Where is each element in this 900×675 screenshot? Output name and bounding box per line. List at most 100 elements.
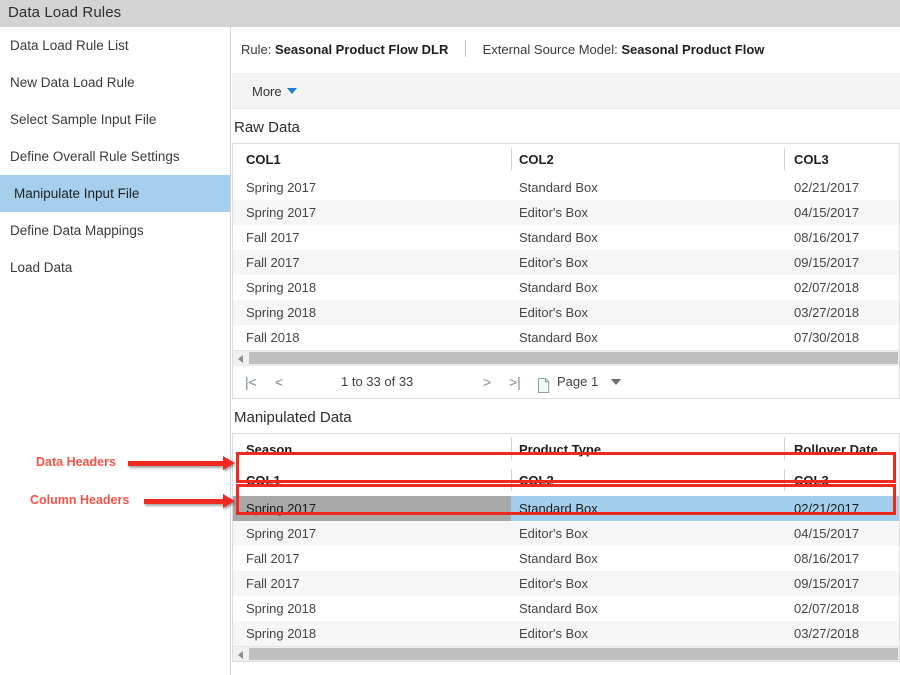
previous-page-icon[interactable]: < — [275, 366, 283, 398]
data-header-rollover-date[interactable]: Rollover Date — [794, 434, 899, 465]
sidebar-item-label: Define Data Mappings — [10, 223, 144, 238]
more-menu-button[interactable]: More — [252, 74, 297, 110]
manipulated-data-section-title: Manipulated Data — [234, 409, 352, 426]
page-title: Data Load Rules — [8, 4, 122, 21]
table-row[interactable]: Fall 2017 Standard Box 08/16/2017 — [233, 546, 899, 571]
cell-col1: Spring 2017 — [246, 526, 317, 541]
page-document-icon — [536, 373, 551, 398]
cell-col2: Editor's Box — [519, 205, 588, 220]
window-title-bar: Data Load Rules — [0, 0, 900, 27]
cell-col1: Spring 2018 — [246, 626, 317, 641]
column-header-col2[interactable]: COL2 — [519, 465, 784, 496]
cell-col3: 02/21/2017 — [794, 501, 860, 516]
annotation-label-column-headers: Column Headers — [30, 493, 130, 507]
raw-data-grid: COL1 COL2 COL3 Spring 2017 Standard Box … — [232, 143, 900, 399]
breadcrumb-divider — [464, 40, 466, 57]
column-divider — [511, 438, 512, 460]
sidebar-item-label: Data Load Rule List — [10, 38, 129, 53]
sidebar-item-select-sample-input-file[interactable]: Select Sample Input File — [0, 101, 230, 138]
sidebar-item-label: Load Data — [10, 260, 73, 275]
table-row[interactable]: Spring 2017 Editor's Box 04/15/2017 — [233, 521, 899, 546]
cell-col1: Spring 2017 — [246, 180, 317, 195]
table-row[interactable]: Spring 2018 Editor's Box 03/27/2018 — [233, 621, 899, 646]
cell-col1: Spring 2017 — [246, 205, 317, 220]
cell-col1: Spring 2018 — [246, 280, 317, 295]
raw-data-horizontal-scrollbar[interactable] — [233, 350, 899, 365]
next-page-icon[interactable]: > — [483, 366, 491, 398]
rule-prefix-label: Rule: — [241, 42, 272, 57]
cell-col2: Standard Box — [519, 230, 598, 245]
sidebar-navigation: Data Load Rule List New Data Load Rule S… — [0, 27, 231, 675]
scrollbar-thumb[interactable] — [249, 352, 898, 364]
table-row[interactable]: Spring 2018 Editor's Box 03/27/2018 — [233, 300, 899, 325]
cell-col3: 09/15/2017 — [794, 255, 860, 270]
annotation-arrow-column-headers — [144, 494, 235, 508]
sidebar-item-load-data[interactable]: Load Data — [0, 249, 230, 286]
manipulated-data-grid: Season Product Type Rollover Date COL1 C… — [232, 433, 900, 662]
sidebar-item-define-overall-rule-settings[interactable]: Define Overall Rule Settings — [0, 138, 230, 175]
data-header-product-type[interactable]: Product Type — [519, 434, 784, 465]
cell-col2: Editor's Box — [519, 576, 588, 591]
sidebar-item-new-data-load-rule[interactable]: New Data Load Rule — [0, 64, 230, 101]
sidebar-item-label: Select Sample Input File — [10, 112, 157, 127]
manipulated-data-horizontal-scrollbar[interactable] — [233, 646, 899, 661]
cell-col2: Editor's Box — [519, 255, 588, 270]
cell-col3: 07/30/2018 — [794, 330, 860, 345]
table-row[interactable]: Spring 2018 Standard Box 02/07/2018 — [233, 596, 899, 621]
column-header-col3[interactable]: COL3 — [794, 144, 899, 175]
cell-col1: Fall 2017 — [246, 230, 300, 245]
cell-col2: Editor's Box — [519, 305, 588, 320]
sidebar-item-label: Define Overall Rule Settings — [10, 149, 180, 164]
scrollbar-thumb[interactable] — [249, 648, 898, 660]
cell-col3: 08/16/2017 — [794, 551, 860, 566]
table-row-selected[interactable]: Spring 2017 Standard Box 02/21/2017 — [233, 496, 899, 521]
column-divider — [511, 469, 512, 491]
cell-col2: Standard Box — [519, 330, 598, 345]
table-row[interactable]: Spring 2017 Standard Box 02/21/2017 — [233, 175, 899, 200]
cell-col3: 03/27/2018 — [794, 305, 860, 320]
table-row[interactable]: Fall 2017 Standard Box 08/16/2017 — [233, 225, 899, 250]
table-row[interactable]: Spring 2017 Editor's Box 04/15/2017 — [233, 200, 899, 225]
raw-data-section-title: Raw Data — [234, 119, 300, 136]
scroll-left-arrow-icon[interactable] — [233, 351, 248, 365]
go-to-first-page-icon[interactable]: |< — [245, 366, 257, 398]
annotation-label-data-headers: Data Headers — [36, 455, 116, 469]
more-menu-label: More — [252, 84, 282, 99]
sidebar-item-label: New Data Load Rule — [10, 75, 135, 90]
cell-col3: 02/21/2017 — [794, 180, 860, 195]
data-header-season[interactable]: Season — [246, 434, 511, 465]
chevron-down-icon[interactable] — [611, 379, 621, 385]
sidebar-item-data-load-rule-list[interactable]: Data Load Rule List — [0, 27, 230, 64]
action-toolbar: More — [232, 73, 900, 109]
cell-col2: Editor's Box — [519, 526, 588, 541]
sidebar-item-label: Manipulate Input File — [14, 186, 140, 201]
cell-col1: Fall 2018 — [246, 330, 300, 345]
cell-col3: 09/15/2017 — [794, 576, 860, 591]
cell-col3: 02/07/2018 — [794, 601, 860, 616]
cell-col2: Standard Box — [519, 501, 598, 516]
cell-col3: 04/15/2017 — [794, 205, 860, 220]
table-row[interactable]: Fall 2018 Standard Box 07/30/2018 — [233, 325, 899, 350]
annotation-arrow-data-headers — [128, 456, 235, 470]
raw-data-column-header-row: COL1 COL2 COL3 — [233, 144, 899, 175]
column-header-col3[interactable]: COL3 — [794, 465, 899, 496]
cell-col1: Spring 2017 — [246, 501, 317, 516]
cell-col1: Spring 2018 — [246, 305, 317, 320]
pager-range-label: 1 to 33 of 33 — [341, 374, 414, 389]
sidebar-item-define-data-mappings[interactable]: Define Data Mappings — [0, 212, 230, 249]
column-header-col1[interactable]: COL1 — [246, 465, 511, 496]
cell-col3: 04/15/2017 — [794, 526, 860, 541]
go-to-last-page-icon[interactable]: >| — [509, 366, 521, 398]
sidebar-item-manipulate-input-file[interactable]: Manipulate Input File — [0, 175, 230, 212]
column-header-col2[interactable]: COL2 — [519, 144, 784, 175]
scroll-left-arrow-icon[interactable] — [233, 647, 248, 661]
table-row[interactable]: Fall 2017 Editor's Box 09/15/2017 — [233, 571, 899, 596]
main-content: Rule: Seasonal Product Flow DLR External… — [232, 27, 900, 675]
cell-col1: Spring 2018 — [246, 601, 317, 616]
chevron-down-icon — [286, 88, 297, 94]
table-row[interactable]: Fall 2017 Editor's Box 09/15/2017 — [233, 250, 899, 275]
column-header-col1[interactable]: COL1 — [246, 144, 511, 175]
pager-page-label[interactable]: Page 1 — [557, 366, 598, 398]
cell-col2: Standard Box — [519, 551, 598, 566]
table-row[interactable]: Spring 2018 Standard Box 02/07/2018 — [233, 275, 899, 300]
